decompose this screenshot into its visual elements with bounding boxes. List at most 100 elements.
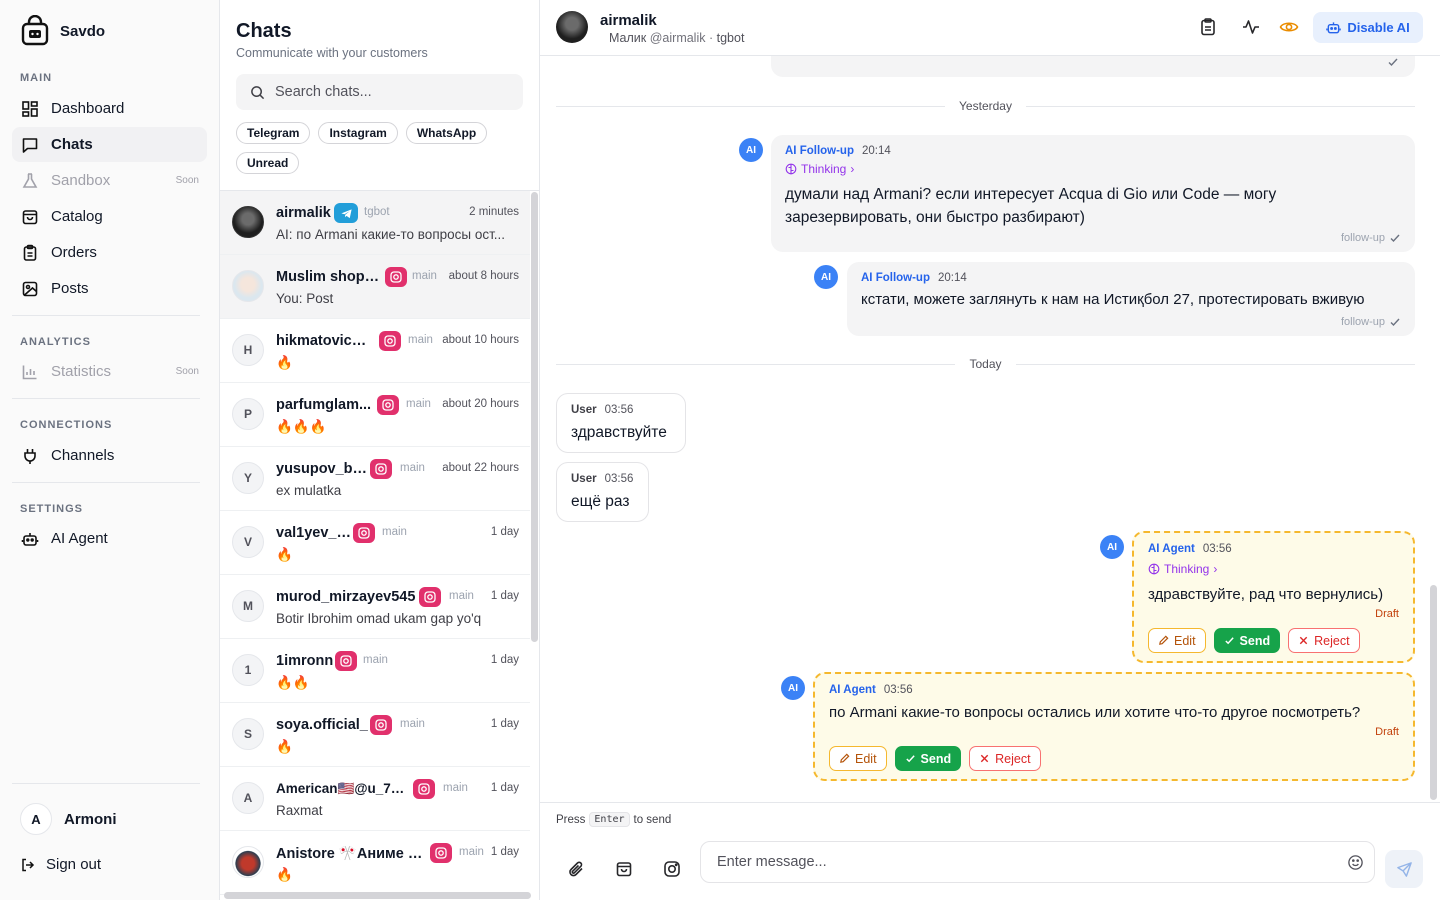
instagram-icon[interactable] bbox=[663, 860, 681, 878]
message-composer: Press Enter to send bbox=[540, 802, 1440, 900]
message-meta: AI Follow-up 20:14 bbox=[785, 145, 891, 157]
filter-chips: Telegram Instagram WhatsApp Unread bbox=[236, 122, 526, 174]
instagram-icon bbox=[375, 463, 387, 475]
emoji-icon[interactable] bbox=[1347, 854, 1364, 871]
contact-details: Малик @airmalik · tgbot bbox=[609, 31, 744, 45]
paperclip-icon[interactable] bbox=[567, 860, 585, 878]
sidebar-item-channels[interactable]: Channels bbox=[12, 438, 207, 473]
chat-name: Anistore 🎌Аниме т... bbox=[276, 846, 424, 862]
thinking-label: Thinking bbox=[1164, 562, 1210, 576]
chat-time: 1 day bbox=[490, 782, 519, 794]
sidebar-item-ai-agent[interactable]: AI Agent bbox=[12, 521, 207, 556]
message-input[interactable] bbox=[717, 854, 1317, 870]
filter-instagram[interactable]: Instagram bbox=[318, 122, 398, 144]
chat-preview: 🔥🔥🔥 bbox=[276, 419, 327, 434]
chat-row[interactable]: Muslim shop ... main about 8 hours You: … bbox=[220, 255, 530, 319]
edit-button[interactable]: Edit bbox=[1148, 628, 1206, 653]
sidebar-item-statistics[interactable]: Statistics Soon bbox=[12, 354, 207, 389]
draft-message-bubble: AI Agent 03:56 Thinking › здравствуйте, … bbox=[1132, 531, 1415, 663]
send-hint: Press Enter to send bbox=[556, 812, 671, 827]
filter-whatsapp[interactable]: WhatsApp bbox=[405, 122, 488, 144]
reject-button[interactable]: Reject bbox=[969, 746, 1041, 771]
message-sender: AI Follow-up bbox=[861, 272, 930, 284]
instagram-badge bbox=[377, 395, 399, 415]
chat-row[interactable]: Y yusupov_b_b main about 22 hours ex mul… bbox=[220, 447, 530, 511]
disable-ai-label: Disable AI bbox=[1347, 20, 1410, 35]
message-time: 03:56 bbox=[1202, 543, 1232, 555]
clipboard-icon[interactable] bbox=[1198, 17, 1218, 37]
avatar bbox=[232, 846, 264, 878]
avatar[interactable] bbox=[556, 11, 588, 43]
hint-text: to send bbox=[633, 813, 672, 826]
shopping-bag-icon[interactable] bbox=[615, 860, 633, 878]
chat-preview: AI: по Armani какие-то вопросы ост... bbox=[276, 227, 506, 242]
instagram-icon bbox=[340, 655, 352, 667]
user-profile[interactable]: A Armoni bbox=[20, 803, 117, 835]
conversation-scrollbar[interactable] bbox=[1430, 585, 1437, 800]
chat-list-scrollbar[interactable] bbox=[531, 192, 538, 642]
logout-icon bbox=[22, 858, 35, 871]
section-label-connections: CONNECTIONS bbox=[20, 419, 113, 431]
sidebar-item-sandbox[interactable]: Sandbox Soon bbox=[12, 163, 207, 198]
eye-icon[interactable] bbox=[1279, 17, 1299, 37]
chat-row[interactable]: M murod_mirzayev545 main 1 day Botir Ibr… bbox=[220, 575, 530, 639]
check-icon bbox=[1224, 637, 1234, 645]
message-input-box bbox=[700, 841, 1375, 883]
chat-preview: 🔥 bbox=[276, 739, 293, 754]
edit-button[interactable]: Edit bbox=[829, 746, 887, 771]
message-tag: follow-up bbox=[1341, 316, 1401, 328]
thinking-toggle[interactable]: Thinking › bbox=[785, 162, 854, 176]
shopping-bag-logo-icon bbox=[21, 15, 49, 46]
sidebar-item-posts[interactable]: Posts bbox=[12, 271, 207, 306]
send-button[interactable]: Send bbox=[894, 746, 962, 771]
draft-tag: Draft bbox=[1375, 726, 1399, 738]
chat-row[interactable]: Anistore 🎌Аниме т... main 1 day 🔥 bbox=[220, 831, 530, 895]
chat-row[interactable]: 1 1imronn main 1 day 🔥🔥 bbox=[220, 639, 530, 703]
filter-unread[interactable]: Unread bbox=[236, 152, 300, 174]
chat-row[interactable]: P parfumglam... main about 20 hours 🔥🔥🔥 bbox=[220, 383, 530, 447]
search-input[interactable] bbox=[275, 84, 505, 100]
disable-ai-button[interactable]: Disable AI bbox=[1313, 12, 1423, 43]
check-icon bbox=[1388, 58, 1398, 67]
thinking-label: Thinking bbox=[801, 162, 847, 176]
send-message-button[interactable] bbox=[1385, 850, 1423, 888]
filter-telegram[interactable]: Telegram bbox=[236, 122, 311, 144]
ai-avatar: AI bbox=[781, 676, 805, 700]
sidebar-item-catalog[interactable]: Catalog bbox=[12, 199, 207, 234]
chat-name: parfumglam... bbox=[276, 397, 372, 413]
chat-name: murod_mirzayev545 bbox=[276, 589, 416, 605]
chat-row[interactable]: A American🇺🇸@u_700_t main 1 day Raxmat bbox=[220, 767, 530, 831]
chat-time: 1 day bbox=[490, 654, 519, 666]
instagram-badge bbox=[335, 651, 357, 671]
chat-row[interactable]: V val1yev_aa main 1 day 🔥 bbox=[220, 511, 530, 575]
sidebar-item-label: Orders bbox=[51, 244, 97, 261]
chat-list-horizontal-scrollbar[interactable] bbox=[224, 892, 531, 899]
message-sender: AI Follow-up bbox=[785, 145, 854, 157]
send-button[interactable]: Send bbox=[1213, 628, 1281, 653]
chat-name: airmalik bbox=[276, 205, 331, 221]
chat-row[interactable]: airmalik tgbot 2 minutes AI: по Armani к… bbox=[220, 191, 530, 255]
draft-actions: Edit Send Reject bbox=[1148, 628, 1360, 653]
instagram-badge bbox=[370, 715, 392, 735]
chat-name: yusupov_b_b bbox=[276, 461, 368, 477]
activity-icon[interactable] bbox=[1241, 17, 1261, 37]
chat-name: Muslim shop ... bbox=[276, 269, 380, 285]
sidebar-item-chats[interactable]: Chats bbox=[12, 127, 207, 162]
sidebar-item-dashboard[interactable]: Dashboard bbox=[12, 91, 207, 126]
sidebar-item-orders[interactable]: Orders bbox=[12, 235, 207, 270]
sign-out-button[interactable]: Sign out bbox=[20, 856, 101, 873]
chat-row[interactable]: H hikmatovich... main about 10 hours 🔥 bbox=[220, 319, 530, 383]
chat-row[interactable]: S soya.official_ main 1 day 🔥 bbox=[220, 703, 530, 767]
chat-list-panel: Chats Communicate with your customers Te… bbox=[220, 0, 540, 900]
draft-actions: Edit Send Reject bbox=[829, 746, 1041, 771]
tag-label: follow-up bbox=[1340, 316, 1385, 328]
thinking-toggle[interactable]: Thinking › bbox=[1148, 562, 1217, 576]
divider bbox=[12, 783, 200, 784]
edit-label: Edit bbox=[855, 751, 877, 766]
reject-button[interactable]: Reject bbox=[1288, 628, 1360, 653]
brand[interactable]: Savdo bbox=[20, 15, 105, 47]
section-label-settings: SETTINGS bbox=[20, 503, 84, 515]
divider bbox=[12, 315, 200, 316]
channel-tag: main bbox=[400, 718, 425, 730]
section-label-analytics: ANALYTICS bbox=[20, 336, 91, 348]
